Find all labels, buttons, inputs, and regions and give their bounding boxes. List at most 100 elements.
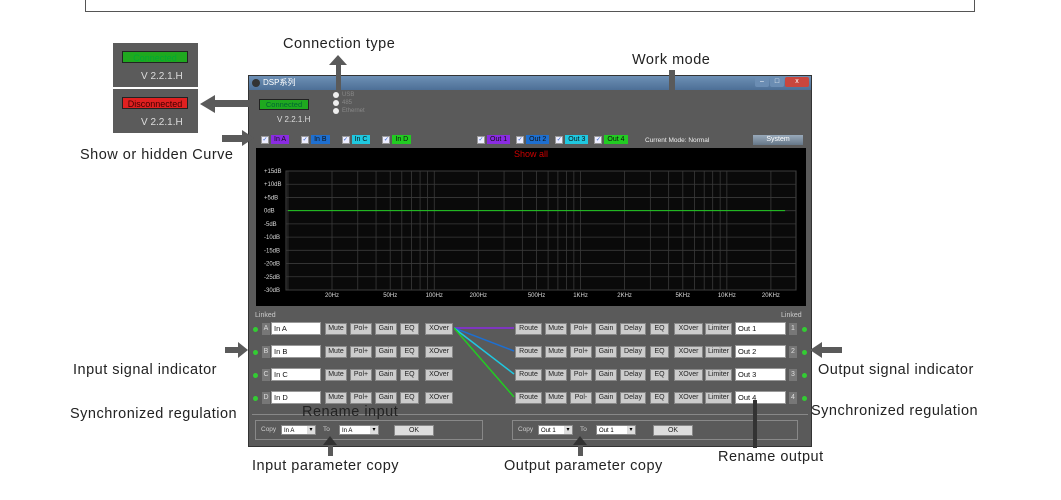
input-name-field[interactable]: In D: [271, 391, 321, 404]
output-delay-button[interactable]: Delay: [620, 369, 646, 381]
output-route-button[interactable]: Route: [515, 323, 542, 335]
input-eq-button[interactable]: EQ: [400, 323, 419, 335]
checkbox-icon[interactable]: ✓: [261, 135, 269, 144]
input-gain-button[interactable]: Gain: [375, 346, 397, 358]
curve-toggle-in-a[interactable]: ✓ In A: [261, 135, 290, 144]
curve-toggle-in-d[interactable]: ✓ In D: [382, 135, 412, 144]
output-eq-button[interactable]: EQ: [650, 369, 669, 381]
output-route-button[interactable]: Route: [515, 392, 542, 404]
output-name-field[interactable]: Out 4: [735, 391, 786, 404]
maximize-button[interactable]: □: [770, 77, 784, 87]
output-delay-button[interactable]: Delay: [620, 392, 646, 404]
output-delay-button[interactable]: Delay: [620, 346, 646, 358]
input-gain-button[interactable]: Gain: [375, 392, 397, 404]
checkbox-icon[interactable]: ✓: [594, 135, 603, 144]
input-pol-plus-button[interactable]: Pol+: [350, 323, 372, 335]
output-sync-button[interactable]: 4: [789, 392, 797, 404]
output-route-button[interactable]: Route: [515, 369, 542, 381]
input-pol-plus-button[interactable]: Pol+: [350, 346, 372, 358]
input-eq-button[interactable]: EQ: [400, 392, 419, 404]
output-name-field[interactable]: Out 2: [735, 345, 786, 358]
output-gain-button[interactable]: Gain: [595, 369, 617, 381]
output-xover-button[interactable]: XOver: [674, 369, 703, 381]
checkbox-icon[interactable]: ✓: [555, 135, 564, 144]
input-xover-button[interactable]: XOver: [425, 346, 453, 358]
input-mute-button[interactable]: Mute: [325, 323, 347, 335]
input-pol-plus-button[interactable]: Pol+: [350, 392, 372, 404]
input-sync-button[interactable]: D: [262, 392, 270, 404]
output-sync-button[interactable]: 2: [789, 346, 797, 358]
input-name-field[interactable]: In A: [271, 322, 321, 335]
output-mute-button[interactable]: Mute: [545, 346, 567, 358]
output-eq-button[interactable]: EQ: [650, 346, 669, 358]
input-xover-button[interactable]: XOver: [425, 369, 453, 381]
copy-to-select[interactable]: Out 1: [596, 425, 636, 435]
input-gain-button[interactable]: Gain: [375, 323, 397, 335]
curve-toggle-out-4[interactable]: ✓ Out 4: [594, 135, 628, 144]
input-eq-button[interactable]: EQ: [400, 369, 419, 381]
output-xover-button[interactable]: XOver: [674, 392, 703, 404]
output-eq-button[interactable]: EQ: [650, 392, 669, 404]
input-sync-button[interactable]: A: [262, 323, 270, 335]
output-limiter-button[interactable]: Limiter: [705, 323, 732, 335]
input-xover-button[interactable]: XOver: [425, 392, 453, 404]
input-eq-button[interactable]: EQ: [400, 346, 419, 358]
output-sync-button[interactable]: 3: [789, 369, 797, 381]
output-mute-button[interactable]: Mute: [545, 392, 567, 404]
input-sync-button[interactable]: B: [262, 346, 270, 358]
radio-ethernet[interactable]: Ethernet: [333, 108, 365, 114]
checkbox-icon[interactable]: ✓: [382, 135, 391, 144]
output-pol-minus-button[interactable]: Pol-: [570, 392, 592, 404]
copy-to-select[interactable]: In A: [339, 425, 379, 435]
copy-from-select[interactable]: Out 1: [538, 425, 573, 435]
input-pol-plus-button[interactable]: Pol+: [350, 369, 372, 381]
curve-toggle-in-b[interactable]: ✓ In B: [301, 135, 330, 144]
output-limiter-button[interactable]: Limiter: [705, 346, 732, 358]
radio-usb[interactable]: USB: [333, 92, 365, 98]
output-xover-button[interactable]: XOver: [674, 323, 703, 335]
input-gain-button[interactable]: Gain: [375, 369, 397, 381]
copy-ok-button[interactable]: OK: [653, 425, 693, 436]
curve-toggle-out-1[interactable]: ✓ Out 1: [477, 135, 511, 144]
output-delay-button[interactable]: Delay: [620, 323, 646, 335]
y-tick-label: -5dB: [264, 222, 277, 228]
output-gain-button[interactable]: Gain: [595, 346, 617, 358]
input-xover-button[interactable]: XOver: [425, 323, 453, 335]
output-xover-button[interactable]: XOver: [674, 346, 703, 358]
curve-toggle-in-c[interactable]: ✓ In C: [341, 135, 371, 144]
output-gain-button[interactable]: Gain: [595, 323, 617, 335]
checkbox-icon[interactable]: ✓: [341, 135, 350, 144]
output-limiter-button[interactable]: Limiter: [705, 392, 732, 404]
input-sync-button[interactable]: C: [262, 369, 270, 381]
curve-toggle-out-2[interactable]: ✓ Out 2: [516, 135, 550, 144]
output-pol-plus-button[interactable]: Pol+: [570, 323, 592, 335]
copy-from-select[interactable]: In A: [281, 425, 316, 435]
input-name-field[interactable]: In B: [271, 345, 321, 358]
output-pol-plus-button[interactable]: Pol+: [570, 369, 592, 381]
system-button[interactable]: System: [753, 135, 803, 145]
input-signal-led: [253, 350, 258, 355]
copy-ok-button[interactable]: OK: [394, 425, 434, 436]
output-name-field[interactable]: Out 1: [735, 322, 786, 335]
checkbox-icon[interactable]: ✓: [301, 135, 310, 144]
input-mute-button[interactable]: Mute: [325, 369, 347, 381]
arrow-head-icon: [662, 112, 682, 126]
checkbox-icon[interactable]: ✓: [516, 135, 525, 144]
input-mute-button[interactable]: Mute: [325, 392, 347, 404]
output-mute-button[interactable]: Mute: [545, 323, 567, 335]
checkbox-icon[interactable]: ✓: [477, 135, 485, 144]
output-gain-button[interactable]: Gain: [595, 392, 617, 404]
output-route-button[interactable]: Route: [515, 346, 542, 358]
minimize-button[interactable]: –: [755, 77, 769, 87]
close-button[interactable]: x: [785, 77, 809, 87]
output-sync-button[interactable]: 1: [789, 323, 797, 335]
curve-toggle-out-3[interactable]: ✓ Out 3: [555, 135, 589, 144]
output-limiter-button[interactable]: Limiter: [705, 369, 732, 381]
output-name-field[interactable]: Out 3: [735, 368, 786, 381]
output-pol-plus-button[interactable]: Pol+: [570, 346, 592, 358]
input-name-field[interactable]: In C: [271, 368, 321, 381]
output-mute-button[interactable]: Mute: [545, 369, 567, 381]
radio-485[interactable]: 485: [333, 100, 365, 106]
input-mute-button[interactable]: Mute: [325, 346, 347, 358]
output-eq-button[interactable]: EQ: [650, 323, 669, 335]
